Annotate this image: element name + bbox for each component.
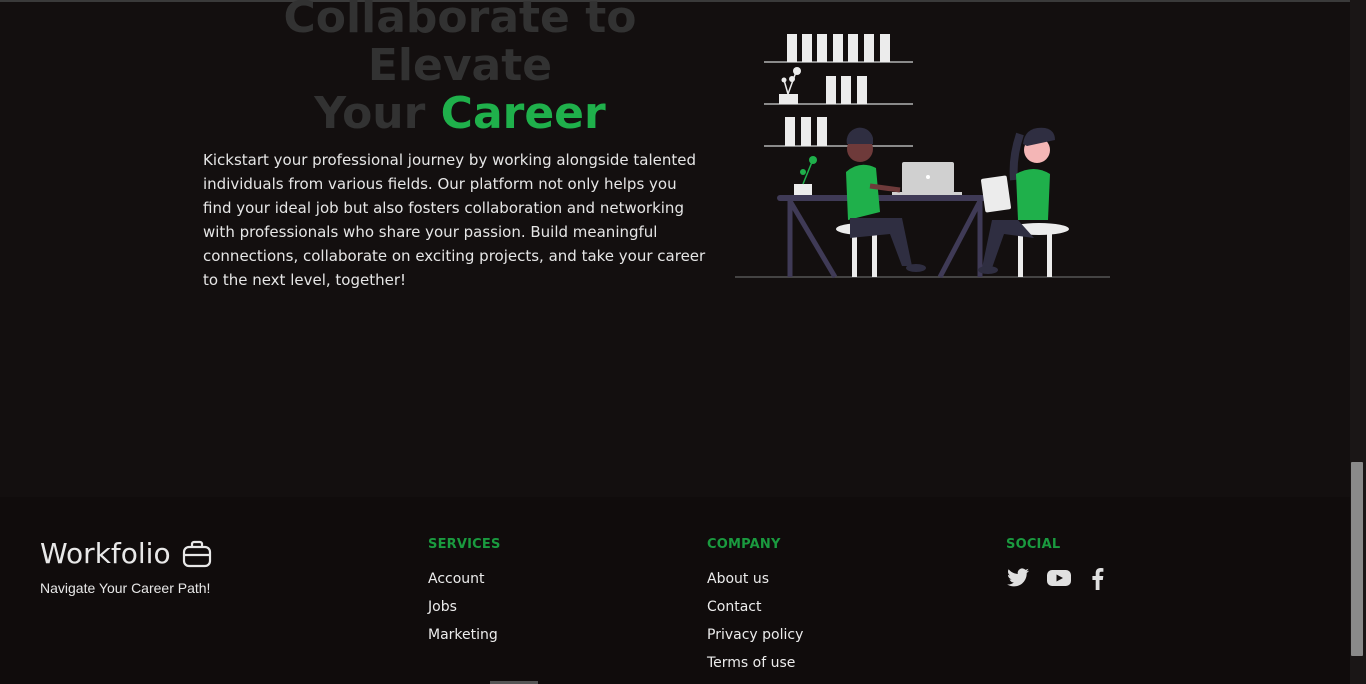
hero-title-accent: Career xyxy=(440,88,606,139)
page: Collaborate to Elevate Your Career Kicks… xyxy=(0,0,1366,684)
youtube-icon[interactable] xyxy=(1046,566,1071,590)
services-title: SERVICES xyxy=(428,537,501,552)
services-links: Account Jobs Marketing xyxy=(428,570,501,654)
facebook-icon[interactable] xyxy=(1086,566,1110,590)
scrollbar-thumb[interactable] xyxy=(1351,462,1363,656)
footer-link-marketing[interactable]: Marketing xyxy=(428,627,498,643)
social-icons xyxy=(1006,566,1110,590)
hero-title-line2: Your xyxy=(314,88,441,139)
footer-link-about-us[interactable]: About us xyxy=(707,571,769,587)
social-title: SOCIAL xyxy=(1006,537,1061,552)
services-column: SERVICES Account Jobs Marketing xyxy=(428,537,501,654)
footer-link-terms-of-use[interactable]: Terms of use xyxy=(707,655,795,671)
hero-title: Collaborate to Elevate Your Career xyxy=(200,0,720,138)
hero-title-line1: Collaborate to Elevate xyxy=(283,0,637,91)
footer-link-jobs[interactable]: Jobs xyxy=(428,599,457,615)
footer-link-privacy-policy[interactable]: Privacy policy xyxy=(707,627,803,643)
brand-tagline: Navigate Your Career Path! xyxy=(40,580,211,596)
twitter-icon[interactable] xyxy=(1006,566,1030,590)
briefcase-icon xyxy=(182,540,211,567)
brand-logo[interactable]: Workfolio xyxy=(40,537,213,570)
company-title: COMPANY xyxy=(707,537,781,552)
brand-name: Workfolio xyxy=(40,537,171,570)
company-links: About us Contact Privacy policy Terms of… xyxy=(707,570,803,682)
footer-link-account[interactable]: Account xyxy=(428,571,485,587)
collaboration-illustration xyxy=(735,34,1110,279)
hero-description: Kickstart your professional journey by w… xyxy=(203,151,706,289)
company-column: COMPANY About us Contact Privacy policy … xyxy=(707,537,803,682)
social-column: SOCIAL xyxy=(1006,537,1110,590)
footer-link-contact[interactable]: Contact xyxy=(707,599,761,615)
